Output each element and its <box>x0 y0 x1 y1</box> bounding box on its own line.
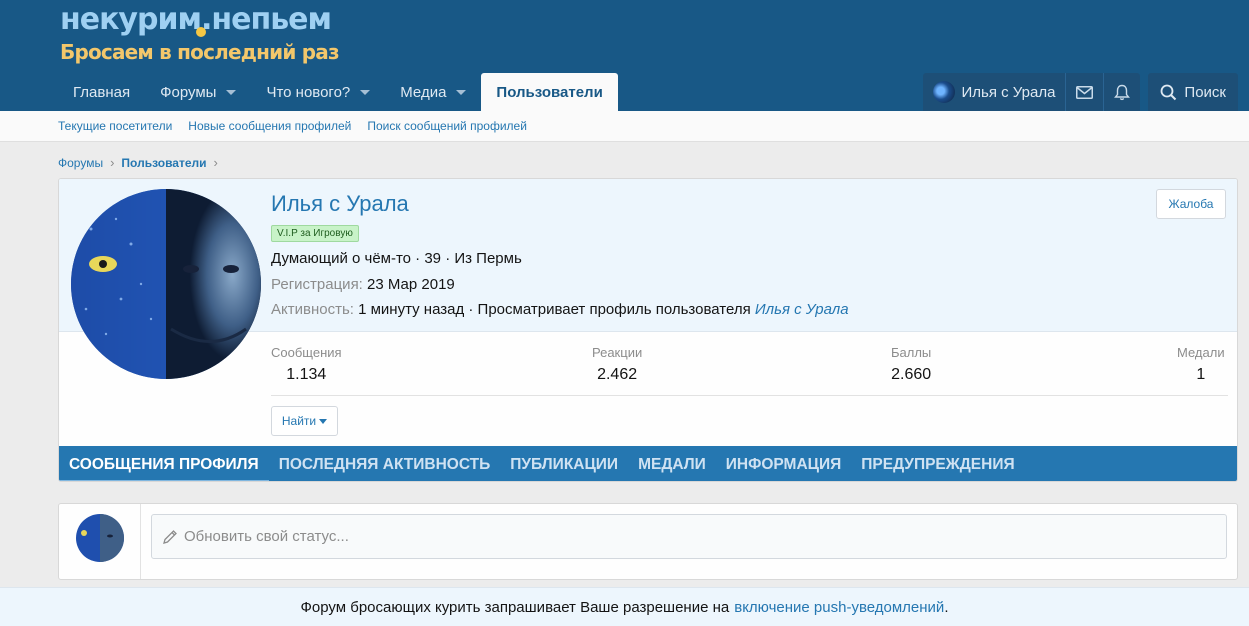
search-label: Поиск <box>1184 83 1226 101</box>
profile-tabs: СООБЩЕНИЯ ПРОФИЛЯ ПОСЛЕДНЯЯ АКТИВНОСТЬ П… <box>59 446 1237 481</box>
avatar[interactable] <box>76 514 124 562</box>
tab-warnings[interactable]: ПРЕДУПРЕЖДЕНИЯ <box>851 446 1024 481</box>
search-button[interactable]: Поиск <box>1148 73 1238 111</box>
bell-icon <box>1114 84 1131 100</box>
status-update-card: Обновить свой статус... <box>58 503 1238 580</box>
tab-about[interactable]: ИНФОРМАЦИЯ <box>716 446 851 481</box>
mail-icon <box>1076 85 1094 99</box>
nav-item-whats-new[interactable]: Что нового? <box>251 73 385 111</box>
caret-down-icon[interactable] <box>226 89 237 95</box>
account-button[interactable]: Илья с Урала <box>923 73 1065 111</box>
site-header: некурим.непьем Бросаем в последний раз Г… <box>0 0 1249 111</box>
nav-right: Илья с Урала Поиск <box>923 73 1238 111</box>
pencil-icon <box>163 529 177 544</box>
find-label: Найти <box>281 414 317 428</box>
logo-tagline: Бросаем в последний раз <box>60 40 340 64</box>
stat-medals: Медали 1 <box>1177 345 1225 384</box>
push-text: Форум бросающих курить запрашивает Ваше … <box>300 598 730 616</box>
tab-medals[interactable]: МЕДАЛИ <box>628 446 716 481</box>
stat-messages: Сообщения 1.134 <box>271 345 342 384</box>
breadcrumb-forums[interactable]: Форумы <box>58 156 103 170</box>
breadcrumb: Форумы › Пользователи › <box>58 155 225 170</box>
nav-item-members[interactable]: Пользователи <box>481 73 618 111</box>
stat-label: Баллы <box>891 345 932 360</box>
stat-value[interactable]: 1 <box>1177 366 1225 384</box>
subnav-current-visitors[interactable]: Текущие посетители <box>50 119 180 133</box>
chevron-right-icon: › <box>213 155 218 170</box>
tab-latest-activity[interactable]: ПОСЛЕДНЯЯ АКТИВНОСТЬ <box>269 446 501 481</box>
profile-title-line: Думающий о чём-то · 39 · Из Пермь <box>271 250 522 267</box>
avatar <box>933 81 956 103</box>
nav-label: Медиа <box>400 83 447 101</box>
push-end: . <box>944 598 949 616</box>
nav-label: Главная <box>73 83 131 101</box>
main-nav: Главная Форумы Что нового? Медиа Пользов… <box>58 73 618 111</box>
stat-value[interactable]: 1.134 <box>271 366 342 384</box>
status-placeholder: Обновить свой статус... <box>184 528 349 545</box>
stat-label: Реакции <box>592 345 643 360</box>
tab-postings[interactable]: ПУБЛИКАЦИИ <box>500 446 628 481</box>
search-icon <box>1161 84 1177 100</box>
caret-down-icon[interactable] <box>360 89 371 95</box>
activity-value: 1 минуту назад · Просматривает профиль п… <box>358 301 751 318</box>
chevron-right-icon: › <box>110 155 115 170</box>
status-avatar-cell <box>59 504 141 579</box>
subnav-new-profile-posts[interactable]: Новые сообщения профилей <box>180 119 359 133</box>
stat-value[interactable]: 2.660 <box>891 366 931 384</box>
nav-item-forums[interactable]: Форумы <box>145 73 251 111</box>
push-enable-link[interactable]: включение push-уведомлений <box>734 599 944 616</box>
stat-label: Медали <box>1177 345 1225 360</box>
stat-reactions: Реакции 2.462 <box>592 345 642 384</box>
activity-line: Активность: 1 минуту назад · Просматрива… <box>271 301 849 318</box>
caret-down-icon <box>319 418 328 424</box>
registration-label: Регистрация: <box>271 276 363 293</box>
nav-item-home[interactable]: Главная <box>58 73 145 111</box>
logo-dot <box>196 27 206 37</box>
stat-label: Сообщения <box>271 345 342 360</box>
nav-item-media[interactable]: Медиа <box>385 73 481 111</box>
stat-points: Баллы 2.660 <box>891 345 931 384</box>
divider <box>271 395 1228 396</box>
inbox-button[interactable] <box>1065 73 1103 111</box>
subnav-search-profile-posts[interactable]: Поиск сообщений профилей <box>359 119 535 133</box>
find-menu-button[interactable]: Найти <box>271 406 338 436</box>
status-input[interactable]: Обновить свой статус... <box>151 514 1227 559</box>
user-nav-group: Илья с Урала <box>923 73 1141 111</box>
caret-down-icon[interactable] <box>456 89 467 95</box>
push-notice: Форум бросающих курить запрашивает Ваше … <box>0 587 1249 626</box>
avatar[interactable] <box>71 189 261 379</box>
account-label: Илья с Урала <box>961 83 1056 101</box>
profile-name[interactable]: Илья с Урала <box>271 191 409 217</box>
registration-line: Регистрация: 23 Мар 2019 <box>271 276 455 293</box>
profile-card: Илья с Урала V.I.P за Игровую Думающий о… <box>58 178 1238 482</box>
report-button[interactable]: Жалоба <box>1156 189 1226 219</box>
user-banner-badge: V.I.P за Игровую <box>271 225 359 242</box>
activity-user-link[interactable]: Илья с Урала <box>755 301 849 318</box>
nav-label: Пользователи <box>496 83 603 101</box>
nav-label: Форумы <box>160 83 217 101</box>
breadcrumb-members[interactable]: Пользователи <box>121 156 206 170</box>
sub-nav: Текущие посетители Новые сообщения профи… <box>0 111 1249 142</box>
stat-value: 2.462 <box>597 366 638 383</box>
registration-value: 23 Мар 2019 <box>367 276 455 293</box>
tab-profile-posts[interactable]: СООБЩЕНИЯ ПРОФИЛЯ <box>59 446 269 481</box>
alerts-button[interactable] <box>1103 73 1140 111</box>
activity-label: Активность: <box>271 301 354 318</box>
nav-label: Что нового? <box>266 83 351 101</box>
